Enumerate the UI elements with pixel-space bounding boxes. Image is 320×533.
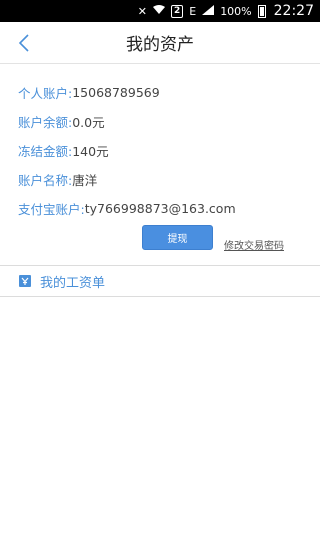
chevron-left-icon <box>18 34 29 52</box>
account-row-balance: 账户余额: 0.0元 <box>18 107 302 136</box>
account-label: 个人账户: <box>18 86 73 101</box>
balance-label: 账户余额: <box>18 115 73 130</box>
change-password-link[interactable]: 修改交易密码 <box>224 237 284 252</box>
balance-value: 0.0元 <box>72 115 105 130</box>
name-label: 账户名称: <box>18 173 73 188</box>
cell-signal-icon <box>202 5 215 17</box>
account-row-alipay: 支付宝账户: ty766998873@163.com <box>18 194 302 223</box>
account-row-name: 账户名称: 唐洋 <box>18 165 302 194</box>
account-value: 15068789569 <box>72 85 160 100</box>
account-info: 个人账户: 15068789569 账户余额: 0.0元 冻结金额: 140元 … <box>0 64 320 265</box>
status-icons: ✕ 2 E 100% 22:27 <box>138 3 314 19</box>
sim-badge: 2 <box>170 4 184 18</box>
battery-icon <box>257 4 266 18</box>
back-button[interactable] <box>12 31 36 55</box>
account-row-frozen: 冻结金额: 140元 <box>18 136 302 165</box>
alipay-value: ty766998873@163.com <box>84 201 236 216</box>
mute-icon: ✕ <box>137 4 147 18</box>
network-type: E <box>189 4 197 18</box>
frozen-label: 冻结金额: <box>18 144 73 159</box>
title-bar: 我的资产 <box>0 22 320 64</box>
status-bar: ✕ 2 E 100% 22:27 <box>0 0 320 22</box>
payslip-icon <box>19 275 31 287</box>
frozen-value: 140元 <box>72 144 109 159</box>
alipay-label: 支付宝账户: <box>18 202 85 217</box>
payslip-label: 我的工资单 <box>40 275 106 291</box>
payslip-item[interactable]: 我的工资单 <box>0 266 320 297</box>
name-value: 唐洋 <box>72 173 98 188</box>
withdraw-button[interactable]: 提现 <box>142 225 213 250</box>
clock: 22:27 <box>273 3 314 19</box>
battery-percent: 100% <box>220 4 252 18</box>
page-title: 我的资产 <box>126 35 194 55</box>
account-row-personal: 个人账户: 15068789569 <box>18 78 302 107</box>
account-actions: 提现 修改交易密码 <box>18 225 302 265</box>
wifi-icon <box>152 5 165 17</box>
